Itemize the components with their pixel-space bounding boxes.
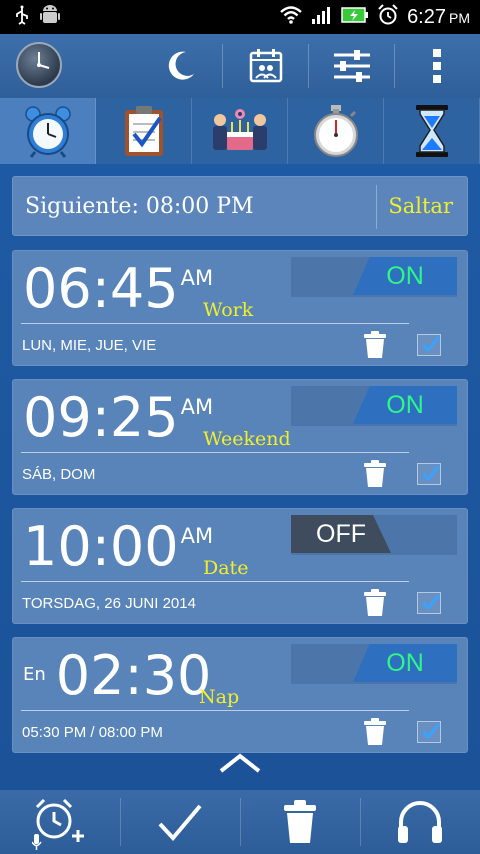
alarm-time: 09:25AM (23, 386, 214, 449)
checkmark-icon (158, 804, 202, 842)
next-alarm-label: Siguiente: 08:00 PM (25, 193, 254, 219)
battery-charging-icon (341, 6, 369, 28)
headphones-icon (398, 801, 442, 843)
delete-alarm-button[interactable] (363, 589, 387, 621)
alarm-checkbox[interactable] (417, 334, 441, 356)
next-alarm-card: Siguiente: 08:00 PM Saltar (12, 176, 468, 236)
sliders-icon (334, 50, 370, 82)
tab-timer[interactable] (384, 98, 480, 164)
alarm-toggle[interactable]: OFF (291, 515, 457, 555)
alarm-time: 10:00AM (23, 515, 214, 578)
divider (308, 44, 309, 88)
divider (21, 452, 409, 453)
alarm-toggle[interactable]: ON (291, 644, 457, 684)
overflow-menu-icon (433, 49, 441, 83)
chevron-up-icon (219, 753, 261, 773)
divider (222, 44, 223, 88)
signal-icon (311, 5, 333, 29)
tab-stopwatch[interactable] (288, 98, 384, 164)
add-alarm-button[interactable] (0, 790, 120, 854)
hourglass-icon (415, 105, 448, 157)
clipboard-icon (124, 106, 163, 156)
alarm-status-icon (377, 4, 399, 30)
divider (21, 581, 409, 582)
action-bar (0, 34, 480, 98)
skip-button[interactable]: Saltar (388, 194, 453, 218)
expand-panel-button[interactable] (218, 752, 262, 778)
delete-button[interactable] (240, 790, 360, 854)
bottom-toolbar (0, 790, 480, 854)
trash-icon (364, 460, 386, 487)
checkmark-icon (421, 336, 441, 353)
status-bar: 6:27 PM (0, 0, 480, 34)
alarm-days: TORSDAG, 26 JUNI 2014 (22, 595, 196, 612)
calendar-icon (249, 49, 283, 83)
sound-button[interactable] (360, 790, 480, 854)
alarm-days: 05:30 PM / 08:00 PM (22, 724, 163, 741)
overflow-menu-button[interactable] (397, 34, 477, 98)
moon-icon (168, 51, 194, 80)
checkmark-icon (421, 594, 441, 611)
add-alarm-icon (32, 798, 84, 850)
night-mode-button[interactable] (140, 34, 220, 98)
trash-icon (364, 718, 386, 745)
settings-button[interactable] (311, 34, 393, 98)
tab-birthdays[interactable] (192, 98, 288, 164)
alarm-label: Nap (199, 686, 240, 708)
divider (394, 44, 395, 88)
alarm-card[interactable]: En 02:30 Nap ON 05:30 PM / 08:00 PM (12, 637, 468, 753)
alarm-clock-icon (24, 106, 71, 158)
calendar-button[interactable] (225, 34, 307, 98)
delete-alarm-button[interactable] (363, 718, 387, 750)
usb-icon (14, 5, 30, 29)
trash-icon (364, 589, 386, 616)
tab-alarms[interactable] (0, 98, 96, 164)
alarm-time: En 02:30 (23, 644, 212, 707)
confirm-button[interactable] (120, 790, 240, 854)
tab-row (0, 98, 480, 164)
divider (21, 323, 409, 324)
alarm-label: Weekend (203, 428, 291, 450)
alarm-days: LUN, MIE, JUE, VIE (22, 337, 157, 354)
alarm-card[interactable]: 06:45AM Work ON LUN, MIE, JUE, VIE (12, 250, 468, 366)
alarm-label: Date (203, 557, 249, 579)
alarm-toggle[interactable]: ON (291, 257, 457, 297)
android-debug-icon (40, 4, 60, 30)
trash-icon (364, 331, 386, 358)
trash-icon (284, 800, 316, 843)
divider (376, 185, 377, 229)
stopwatch-icon (313, 105, 358, 157)
checkmark-icon (421, 723, 441, 740)
alarm-checkbox[interactable] (417, 463, 441, 485)
birthday-cake-icon (212, 109, 267, 150)
divider (21, 710, 409, 711)
wifi-icon (279, 5, 303, 29)
alarm-card[interactable]: 09:25AM Weekend ON SÁB, DOM (12, 379, 468, 495)
checkmark-icon (421, 465, 441, 482)
alarm-list: Siguiente: 08:00 PM Saltar 06:45AM Work … (0, 164, 480, 790)
alarm-card[interactable]: 10:00AM Date OFF TORSDAG, 26 JUNI 2014 (12, 508, 468, 624)
status-clock: 6:27 PM (407, 5, 470, 28)
alarm-toggle[interactable]: ON (291, 386, 457, 426)
delete-alarm-button[interactable] (363, 331, 387, 363)
alarm-days: SÁB, DOM (22, 466, 96, 483)
app-clock-logo-icon (16, 42, 62, 88)
alarm-time: 06:45AM (23, 257, 214, 320)
delete-alarm-button[interactable] (363, 460, 387, 492)
alarm-checkbox[interactable] (417, 592, 441, 614)
tab-tasks[interactable] (96, 98, 192, 164)
alarm-checkbox[interactable] (417, 721, 441, 743)
alarm-label: Work (203, 299, 254, 321)
